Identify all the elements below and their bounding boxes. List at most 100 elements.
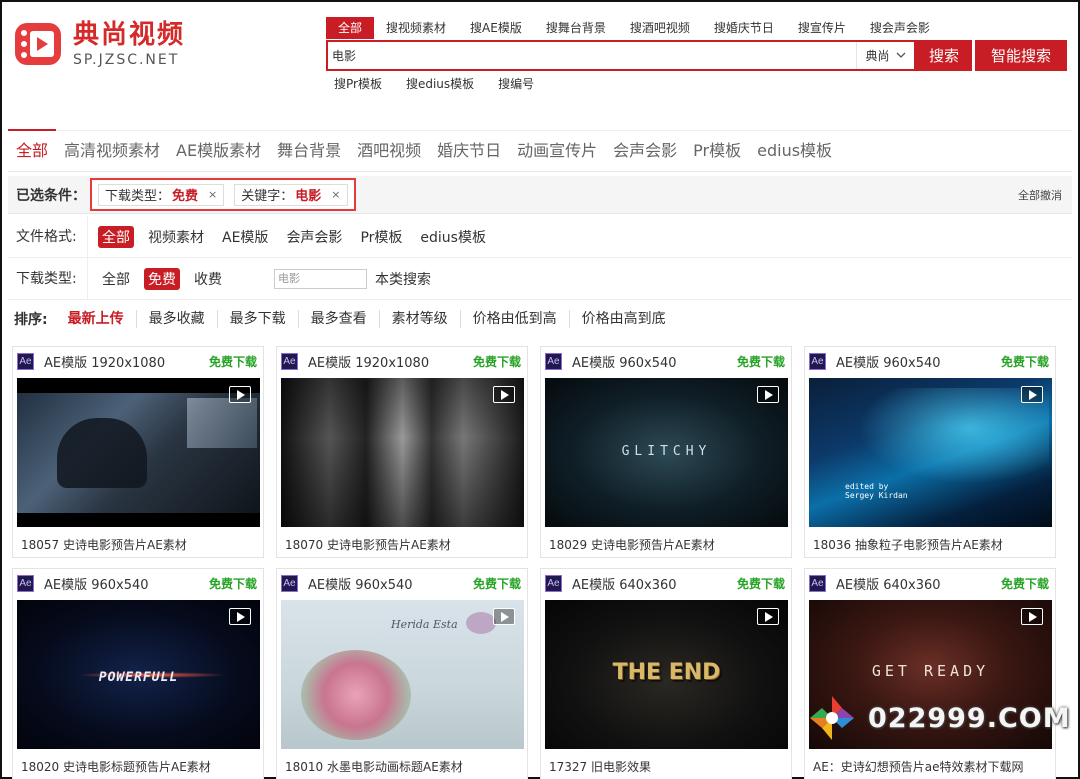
card-thumbnail[interactable] [17,378,260,527]
sort-level[interactable]: 素材等级 [380,310,461,328]
cancel-all-link[interactable]: 全部撤消 [1018,187,1062,203]
play-icon[interactable] [757,608,779,625]
sort-newest[interactable]: 最新上传 [56,310,137,328]
watermark: 022999.COM [808,694,1071,742]
quick-link-id[interactable]: 搜编号 [498,75,534,92]
free-download-link[interactable]: 免费下载 [473,575,521,592]
card-title[interactable]: 18057 史诗电影预告片AE素材 [21,536,187,553]
material-card[interactable]: Ae AE模版 960x540 免费下载 Herida Esta 18010 水… [276,568,528,779]
category-search-input[interactable]: 电影 [274,268,367,289]
remove-tag-icon[interactable]: × [208,188,217,201]
search-button[interactable]: 搜索 [916,40,972,71]
category-animation[interactable]: 动画宣传片 [509,131,605,171]
sort-most-downloaded[interactable]: 最多下载 [218,310,299,328]
material-card[interactable]: Ae AE模版 960x540 免费下载 edited by Sergey Ki… [804,346,1056,558]
category-hd-video[interactable]: 高清视频素材 [56,131,168,171]
search-tab-all[interactable]: 全部 [326,17,375,39]
card-thumbnail[interactable]: GLITCHY [545,378,788,527]
format-option-video[interactable]: 视频素材 [144,226,208,248]
free-download-link[interactable]: 免费下载 [1001,575,1049,592]
category-stage[interactable]: 舞台背景 [269,131,349,171]
play-icon[interactable] [493,386,515,403]
quick-link-edius[interactable]: 搜edius模板 [406,75,474,92]
category-edius[interactable]: edius模板 [749,131,840,171]
quick-link-pr[interactable]: 搜Pr模板 [334,75,382,92]
download-option-all[interactable]: 全部 [98,268,134,290]
sort-most-favorited[interactable]: 最多收藏 [137,310,218,328]
card-type: AE模版 640x360 [572,577,677,593]
search-box: 电影 典尚 [326,40,916,71]
site-name: 典尚视频 [73,20,186,50]
site-logo[interactable]: 典尚视频 SP.JZSC.NET [13,19,185,69]
free-download-link[interactable]: 免费下载 [737,575,785,592]
watermark-text: 022999.COM [868,702,1071,734]
format-option-vegas[interactable]: 会声会影 [282,226,346,248]
free-download-link[interactable]: 免费下载 [209,353,257,370]
play-icon[interactable] [757,386,779,403]
play-icon[interactable] [229,386,251,403]
category-ae[interactable]: AE模版素材 [168,131,269,171]
search-tab-bar[interactable]: 搜酒吧视频 [618,17,702,39]
search-tab-wedding[interactable]: 搜婚庆节日 [702,17,786,39]
card-title[interactable]: 18010 水墨电影动画标题AE素材 [285,758,463,775]
card-thumbnail[interactable]: THE END [545,600,788,749]
remove-tag-icon[interactable]: × [331,188,340,201]
category-pr[interactable]: Pr模板 [685,131,749,171]
download-option-paid[interactable]: 收费 [190,268,226,290]
sort-label: 排序: [14,312,48,328]
card-title[interactable]: 18036 抽象粒子电影预告片AE素材 [813,536,1003,553]
format-option-ae[interactable]: AE模版 [218,226,272,248]
filter-tag-key: 关键字： [241,189,294,204]
search-scope-select[interactable]: 典尚 [856,42,914,69]
search-input[interactable]: 电影 [328,47,856,64]
free-download-link[interactable]: 免费下载 [737,353,785,370]
play-icon[interactable] [1021,386,1043,403]
search-tab-promo[interactable]: 搜宣传片 [786,17,858,39]
play-icon[interactable] [229,608,251,625]
category-vegas[interactable]: 会声会影 [605,131,685,171]
free-download-link[interactable]: 免费下载 [1001,353,1049,370]
material-card[interactable]: Ae AE模版 1920x1080 免费下载 18057 史诗电影预告片AE素材 [12,346,264,558]
download-filter-row: 下载类型: 全部 免费 收费 电影 本类搜索 [8,257,1072,300]
free-download-link[interactable]: 免费下载 [209,575,257,592]
card-title[interactable]: AE：史诗幻想预告片ae特效素材下载网 [813,758,1024,775]
card-title[interactable]: 18020 史诗电影标题预告片AE素材 [21,758,211,775]
free-download-link[interactable]: 免费下载 [473,353,521,370]
card-title[interactable]: 18029 史诗电影预告片AE素材 [549,536,715,553]
search-tab-stage[interactable]: 搜舞台背景 [534,17,618,39]
category-all[interactable]: 全部 [8,129,57,171]
material-card[interactable]: Ae AE模版 960x540 免费下载 POWERFULL 18020 史诗电… [12,568,264,779]
card-thumbnail[interactable]: edited by Sergey Kirdan [809,378,1052,527]
card-thumbnail[interactable] [281,378,524,527]
material-card[interactable]: Ae AE模版 960x540 免费下载 GLITCHY 18029 史诗电影预… [540,346,792,558]
material-card[interactable]: Ae AE模版 1920x1080 免费下载 18070 史诗电影预告片AE素材 [276,346,528,558]
format-option-all[interactable]: 全部 [98,225,134,248]
search-tab-vegas[interactable]: 搜会声会影 [858,17,942,39]
thumbnail-credit: edited by Sergey Kirdan [845,482,908,500]
card-thumbnail[interactable]: Herida Esta [281,600,524,749]
ae-icon: Ae [809,574,826,592]
search-tab-ae[interactable]: 搜AE模版 [458,17,534,39]
card-thumbnail[interactable]: POWERFULL [17,600,260,749]
play-icon[interactable] [493,608,515,625]
format-option-edius[interactable]: edius模板 [416,226,490,248]
sort-most-viewed[interactable]: 最多查看 [299,310,380,328]
category-bar[interactable]: 酒吧视频 [349,131,429,171]
category-search-button[interactable]: 本类搜索 [375,269,431,289]
ae-icon: Ae [17,352,34,370]
download-option-free[interactable]: 免费 [144,267,180,290]
filter-tag-download-type[interactable]: 下载类型： 免费 × [98,183,225,206]
selected-filters-row: 已选条件： 下载类型： 免费 × 关键字： 电影 × 全部撤消 [8,176,1072,214]
card-title[interactable]: 18070 史诗电影预告片AE素材 [285,536,451,553]
search-tab-video[interactable]: 搜视频素材 [374,17,458,39]
material-card[interactable]: Ae AE模版 640x360 免费下载 THE END 17327 旧电影效果 [540,568,792,779]
format-option-pr[interactable]: Pr模板 [356,226,406,248]
filter-tag-keyword[interactable]: 关键字： 电影 × [234,183,348,206]
smart-search-button[interactable]: 智能搜索 [975,40,1067,71]
category-wedding[interactable]: 婚庆节日 [429,131,509,171]
card-title[interactable]: 17327 旧电影效果 [549,758,651,775]
play-icon[interactable] [1021,608,1043,625]
material-card[interactable]: Ae AE模版 640x360 免费下载 GET READY AE：史诗幻想预告… [804,568,1056,779]
sort-price-asc[interactable]: 价格由低到高 [461,310,570,328]
sort-price-desc[interactable]: 价格由高到底 [570,310,678,328]
